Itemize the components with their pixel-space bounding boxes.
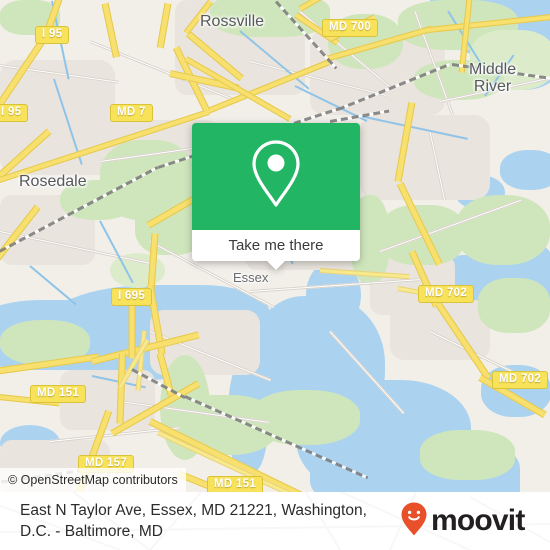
moovit-wordmark: moovit bbox=[431, 504, 525, 537]
take-me-there-label: Take me there bbox=[228, 237, 324, 254]
callout-card-body bbox=[192, 123, 360, 230]
map-pin-icon bbox=[247, 137, 305, 216]
location-title: East N Taylor Ave, Essex, MD 21221, Wash… bbox=[20, 502, 367, 540]
place-label: Middle River bbox=[469, 61, 517, 95]
moovit-logo[interactable]: moovit bbox=[400, 501, 539, 542]
place-label: Essex bbox=[233, 270, 269, 285]
location-callout-card[interactable]: Take me there bbox=[192, 123, 360, 270]
osm-attribution[interactable]: © OpenStreetMap contributors bbox=[0, 468, 186, 492]
take-me-there-button[interactable]: Take me there bbox=[192, 230, 360, 261]
moovit-smiley-pin-icon bbox=[400, 501, 428, 542]
place-label: Rossville bbox=[200, 13, 265, 30]
map-screenshot: I 95 MD 700 MD 7I 95 I 695 MD 702 MD 702 MD 15… bbox=[0, 0, 550, 550]
footer-bar: East N Taylor Ave, Essex, MD 21221, Wash… bbox=[0, 492, 550, 550]
map-canvas[interactable]: I 95 MD 700 MD 7I 95 I 695 MD 702 MD 702 MD 15… bbox=[0, 0, 550, 492]
place-label: Rosedale bbox=[19, 173, 87, 190]
callout-card-tail bbox=[267, 261, 285, 270]
osm-attribution-text: © OpenStreetMap contributors bbox=[8, 473, 178, 487]
